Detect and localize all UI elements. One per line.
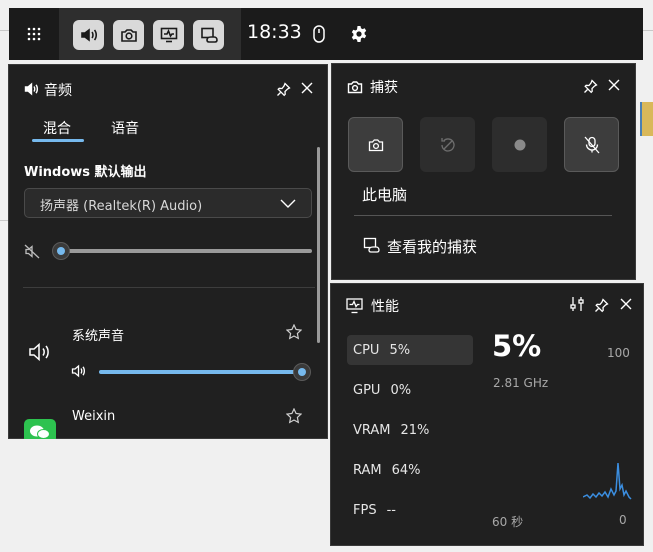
pin-icon[interactable] [274, 80, 292, 98]
monitor-pulse-icon [160, 27, 177, 43]
divider [354, 215, 612, 216]
star-icon[interactable] [285, 407, 303, 425]
star-icon[interactable] [285, 323, 303, 341]
grid-icon [27, 27, 40, 41]
audio-widget-button[interactable] [73, 20, 104, 50]
metric-name: CPU [353, 342, 380, 358]
selected-device: 扬声器 (Realtek(R) Audio) [40, 199, 203, 214]
weixin-app-icon [24, 419, 56, 439]
screenshot-button[interactable] [348, 117, 403, 172]
cpu-usage-value: 5% [492, 329, 542, 363]
controller-window-icon [200, 27, 218, 43]
panel-title: 音频 [44, 83, 72, 99]
pin-icon[interactable] [592, 296, 610, 314]
background-thumbnail [640, 102, 653, 136]
cpu-usage-line [583, 462, 632, 500]
metric-name: FPS [353, 502, 377, 518]
record-last-icon [440, 137, 455, 152]
cpu-frequency: 2.81 GHz [493, 376, 549, 390]
graph-max-label: 100 [607, 346, 630, 360]
panel-title: 捕获 [370, 80, 398, 96]
metric-value: 64% [391, 462, 421, 478]
start-recording-button[interactable] [492, 117, 547, 172]
pin-icon[interactable] [581, 77, 599, 95]
audio-panel: 音频 混合 语音 Windows 默认输出 扬声器 (Realtek(R) Au… [8, 64, 328, 439]
options-icon[interactable] [568, 295, 586, 313]
app-name-system-sounds: 系统声音 [72, 329, 125, 344]
close-icon[interactable] [605, 76, 623, 94]
record-last-button[interactable] [420, 117, 475, 172]
output-device-select[interactable]: 扬声器 (Realtek(R) Audio) [24, 188, 312, 218]
xbox-social-widget-button[interactable] [193, 20, 224, 50]
microphone-toggle-button[interactable] [564, 117, 619, 172]
microphone-off-icon [584, 136, 599, 153]
muted-speaker-icon[interactable] [23, 242, 41, 260]
metric-fps[interactable]: FPS -- [347, 495, 473, 525]
master-volume-track[interactable] [61, 249, 312, 253]
gear-icon[interactable] [348, 23, 370, 45]
divider [23, 287, 315, 288]
tab-mix[interactable]: 混合 [43, 118, 71, 138]
speaker-icon [80, 28, 97, 42]
metric-cpu[interactable]: CPU 5% [347, 335, 473, 365]
metric-vram[interactable]: VRAM 21% [347, 415, 473, 445]
camera-icon [346, 79, 364, 95]
audio-scrollbar[interactable] [317, 147, 320, 343]
system-volume-slider[interactable] [293, 363, 311, 381]
record-dot-icon [514, 139, 525, 150]
clock: 18:33 [247, 21, 302, 43]
speaker-icon [23, 81, 39, 97]
performance-widget-button[interactable] [153, 20, 184, 50]
metric-value: -- [386, 502, 396, 518]
graph-time-label: 60 秒 [492, 515, 524, 529]
metric-ram[interactable]: RAM 64% [347, 455, 473, 485]
capture-widget-button[interactable] [113, 20, 144, 50]
graph-min-label: 0 [619, 513, 627, 527]
monitor-pulse-icon [345, 297, 363, 315]
performance-panel: 性能 CPU 5% GPU 0% VRAM 21% RAM 64% FPS --… [330, 283, 644, 546]
output-label: Windows 默认输出 [24, 165, 147, 180]
mouse-icon[interactable] [308, 23, 330, 45]
master-volume-slider[interactable] [52, 242, 70, 260]
metric-name: RAM [353, 462, 382, 478]
metric-value: 5% [389, 342, 411, 358]
camera-icon [120, 29, 137, 42]
close-icon[interactable] [298, 79, 316, 97]
system-volume-fill[interactable] [99, 370, 302, 374]
tab-voice[interactable]: 语音 [111, 118, 139, 138]
cpu-usage-graph [583, 462, 632, 500]
widget-menu-button[interactable] [9, 8, 58, 60]
capture-panel: 捕获 此电脑 查看我的捕获 [331, 63, 636, 280]
widget-toggle-group [59, 8, 241, 60]
capture-source: 此电脑 [362, 186, 408, 204]
gallery-icon [362, 236, 380, 254]
active-tab-indicator [32, 139, 84, 142]
metric-name: VRAM [353, 422, 391, 438]
chevron-down-icon [280, 199, 296, 208]
metric-value: 0% [390, 382, 412, 398]
close-icon[interactable] [617, 295, 635, 313]
small-speaker-icon [70, 363, 88, 379]
panel-title: 性能 [371, 299, 399, 315]
camera-icon [368, 138, 383, 151]
app-name-weixin: Weixin [72, 409, 116, 424]
metric-value: 21% [400, 422, 430, 438]
metric-gpu[interactable]: GPU 0% [347, 375, 473, 405]
system-speaker-icon [26, 340, 52, 364]
game-bar: 18:33 [9, 8, 643, 60]
view-captures-link[interactable]: 查看我的捕获 [387, 236, 477, 257]
metric-name: GPU [353, 382, 381, 398]
